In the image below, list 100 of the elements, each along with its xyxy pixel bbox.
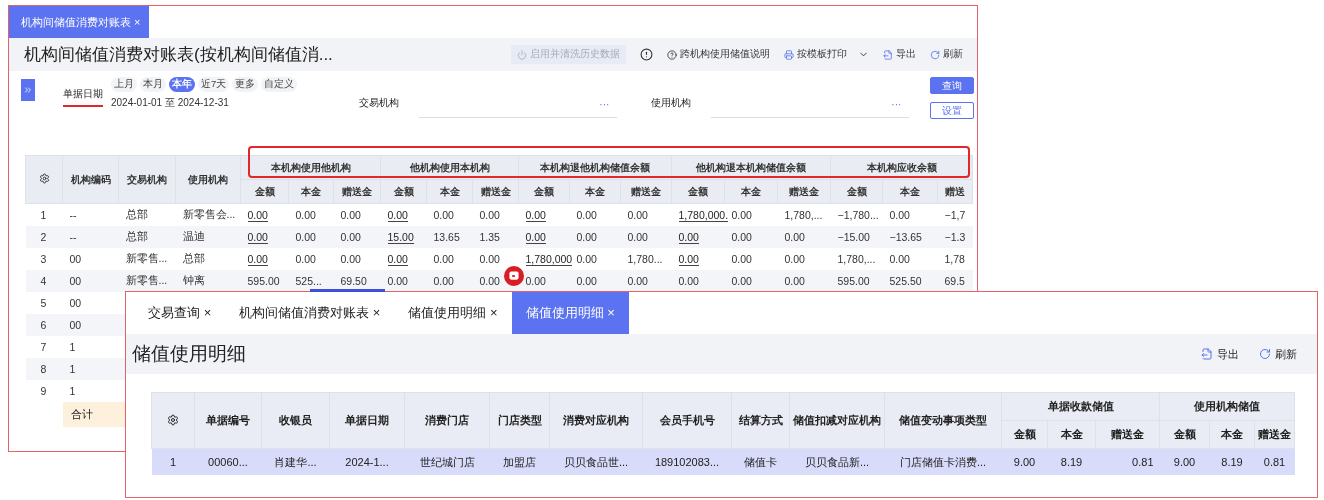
date-preset[interactable]: 上月 xyxy=(111,77,137,92)
group-header: 使用机构储值 xyxy=(1159,392,1295,421)
table-cell: 0.00 xyxy=(288,248,334,270)
query-button[interactable]: 查询 xyxy=(930,77,974,94)
info-button[interactable] xyxy=(640,48,653,61)
table-cell: 0.00 xyxy=(724,226,778,248)
table-cell: 525.50 xyxy=(882,270,938,292)
column-header: 消费对应机构 xyxy=(549,392,643,449)
table-cell: 新零售... xyxy=(118,248,176,270)
row-number: 4 xyxy=(25,270,63,292)
table-cell: 1,780... xyxy=(620,248,672,270)
table-cell: 贝贝食品世... xyxy=(549,448,643,475)
detail-title: 储值使用明细 xyxy=(132,342,247,366)
export-icon xyxy=(1201,348,1213,360)
gear-icon[interactable] xyxy=(167,413,179,426)
column-header: 赠送金 xyxy=(1095,420,1160,449)
row-number: 1 xyxy=(151,448,195,475)
table-cell: 595.00 xyxy=(830,270,883,292)
annotation-underline xyxy=(63,105,103,107)
column-header: 交易机构 xyxy=(118,155,176,204)
group-header: 本机构使用他机构 xyxy=(240,155,381,180)
table-cell: 0.81 xyxy=(1254,448,1295,475)
group-header: 他机构使用本机构 xyxy=(380,155,519,180)
date-preset[interactable]: 本年 xyxy=(169,77,195,92)
column-header: 会员手机号 xyxy=(642,392,732,449)
refresh-button[interactable]: 刷新 xyxy=(1259,346,1297,362)
group-header: 本机构退他机构储值余额 xyxy=(518,155,672,180)
export-button[interactable]: 导出 xyxy=(883,48,916,61)
table-cell: 0.00 xyxy=(724,248,778,270)
column-header: 收银员 xyxy=(261,392,330,449)
table-cell: 00 xyxy=(62,314,119,336)
date-preset[interactable]: 更多 xyxy=(232,77,259,92)
table-cell: -- xyxy=(62,226,119,248)
report-tab[interactable]: 机构间储值消费对账表 × xyxy=(9,6,149,38)
print-button[interactable]: 按模板打印 xyxy=(784,48,869,61)
amount-link[interactable]: 0.00 xyxy=(518,226,570,248)
org-field[interactable]: ··· xyxy=(419,99,618,118)
amount-link[interactable]: 0.00 xyxy=(240,248,289,270)
table-cell: 0.00 xyxy=(426,270,473,292)
refresh-button[interactable]: 刷新 xyxy=(930,48,963,61)
table-cell: 8.19 xyxy=(1209,448,1255,475)
page-tab[interactable]: 储值使用明细 × xyxy=(511,292,629,334)
export-button[interactable]: 导出 xyxy=(1201,346,1239,362)
gear-icon[interactable] xyxy=(38,173,50,184)
table-cell: 13.65 xyxy=(426,226,473,248)
table-cell: −1.3 xyxy=(937,226,973,248)
column-header: 机构编码 xyxy=(62,155,119,204)
table-cell: 8.19 xyxy=(1047,448,1096,475)
table-cell: 0.00 xyxy=(882,248,938,270)
amount-link[interactable]: 0.00 xyxy=(671,248,725,270)
amount-link[interactable]: 0.00 xyxy=(671,226,725,248)
row-number: 2 xyxy=(25,226,63,248)
table-cell: 00060... xyxy=(194,448,262,475)
amount-link[interactable]: 15.00 xyxy=(380,226,427,248)
group-header: 他机构退本机构储值余额 xyxy=(671,155,831,180)
table-cell: 595.00 xyxy=(240,270,289,292)
table-cell: 钟离 xyxy=(175,270,241,292)
summary-label: 合计 xyxy=(62,402,119,427)
help-button[interactable]: 跨机构使用储值说明 xyxy=(667,48,770,61)
table-cell: 总部 xyxy=(175,248,241,270)
table-cell: −13.65 xyxy=(882,226,938,248)
table-cell: 0.00 xyxy=(569,270,621,292)
table-cell: 0.00 xyxy=(380,270,427,292)
row-number: 7 xyxy=(25,336,63,358)
table-cell: 0.00 xyxy=(288,226,334,248)
table-cell: 1,780,... xyxy=(830,248,883,270)
table-cell: 9.00 xyxy=(1001,448,1048,475)
table-cell: 0.00 xyxy=(777,270,831,292)
table-cell: 9.00 xyxy=(1159,448,1210,475)
help-icon xyxy=(667,49,677,60)
table-cell: 温迪 xyxy=(175,226,241,248)
table-cell: −15.00 xyxy=(830,226,883,248)
table-cell: 储值卡 xyxy=(731,448,790,475)
date-preset[interactable]: 近7天 xyxy=(198,77,230,92)
column-header: 结算方式 xyxy=(731,392,790,449)
org-field[interactable]: ··· xyxy=(711,99,910,118)
info-icon xyxy=(640,48,653,61)
table-cell: 0.00 xyxy=(333,226,381,248)
table-cell: 1.35 xyxy=(472,226,519,248)
date-preset[interactable]: 本月 xyxy=(140,77,166,92)
amount-link[interactable]: 1,780,000 xyxy=(518,248,570,270)
amount-link[interactable]: 0.00 xyxy=(380,248,427,270)
column-header: 门店类型 xyxy=(489,392,550,449)
settings-button[interactable]: 设置 xyxy=(930,102,974,119)
table-cell: 1,78 xyxy=(937,248,973,270)
printer-icon xyxy=(784,49,794,60)
table-cell: 1 xyxy=(62,336,119,358)
row-number: 8 xyxy=(25,358,63,380)
table-cell: 0.00 xyxy=(518,270,570,292)
date-preset[interactable]: 自定义 xyxy=(261,77,298,92)
report-title: 机构间储值消费对账表(按机构间储值消... xyxy=(24,44,334,66)
table-cell: 0.00 xyxy=(426,248,473,270)
table-cell: 0.00 xyxy=(472,248,519,270)
table-cell: 00 xyxy=(62,292,119,314)
table-cell: 1 xyxy=(62,358,119,380)
table-cell: 0.00 xyxy=(777,248,831,270)
table-cell: 贝贝食品新... xyxy=(789,448,885,475)
amount-link[interactable]: 0.00 xyxy=(240,226,289,248)
group-header: 单据收款储值 xyxy=(1001,392,1160,421)
table-cell: 00 xyxy=(62,270,119,292)
